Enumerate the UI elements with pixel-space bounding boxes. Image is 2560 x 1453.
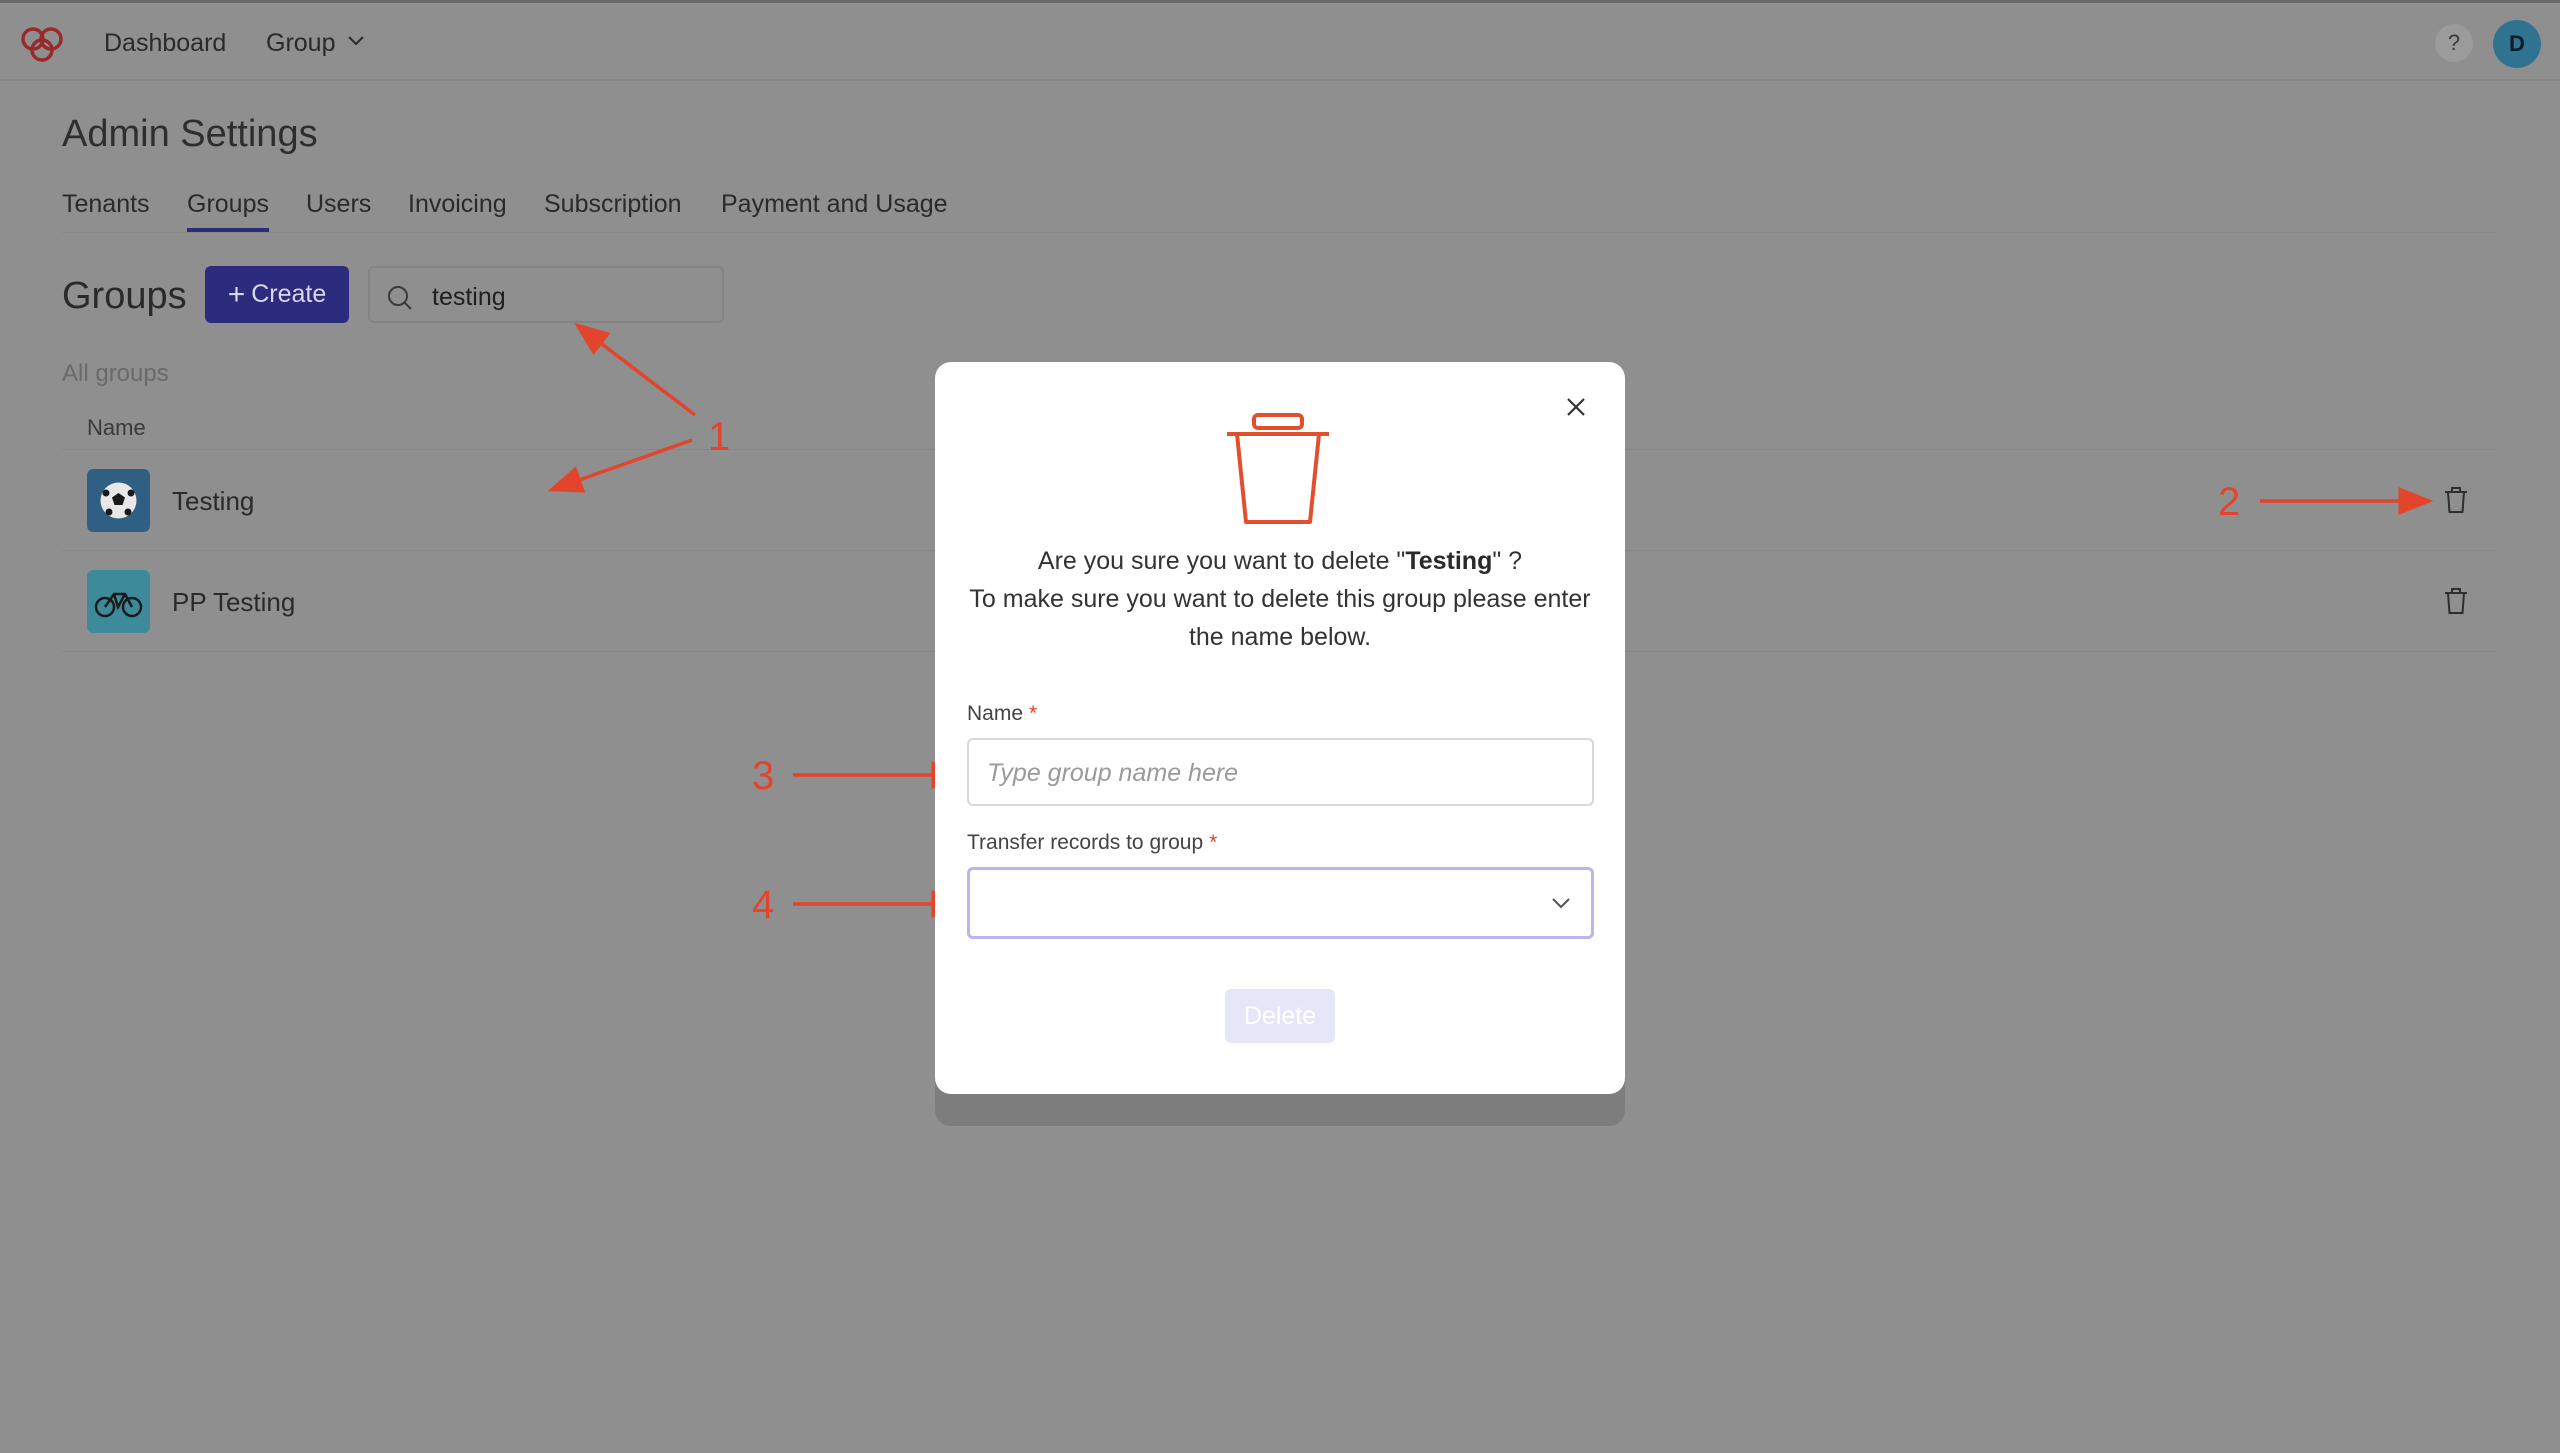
required-asterisk: * — [1209, 831, 1218, 854]
page-title: Admin Settings — [62, 113, 318, 155]
nav-group-menu[interactable]: Group — [266, 29, 335, 58]
trash-icon[interactable] — [2442, 485, 2470, 515]
bicycle-icon — [87, 570, 150, 633]
annotation-label: 3 — [752, 754, 775, 798]
create-group-button[interactable]: + Create — [205, 266, 349, 323]
tab-invoicing[interactable]: Invoicing — [408, 190, 507, 219]
chevron-down-icon[interactable] — [346, 33, 366, 49]
group-name-input[interactable]: Type group name here — [967, 738, 1594, 806]
all-groups-label: All groups — [62, 360, 169, 387]
help-button[interactable]: ? — [2435, 24, 2473, 62]
search-value: testing — [432, 283, 506, 311]
annotation-label: 1 — [708, 415, 731, 459]
transfer-field-label: Transfer records to group * — [967, 831, 1217, 855]
question-prefix: Are you sure you want to delete " — [1037, 547, 1406, 575]
annotation-arrow — [574, 322, 697, 417]
transfer-group-select[interactable] — [967, 867, 1594, 939]
confirmation-question: Are you sure you want to delete "Testing… — [960, 542, 1600, 580]
create-button-label: Create — [251, 280, 327, 308]
chevron-down-icon — [1552, 898, 1570, 909]
delete-group-modal: Are you sure you want to delete "Testing… — [935, 362, 1625, 1094]
groups-heading: Groups — [62, 275, 187, 317]
close-icon[interactable] — [1563, 394, 1589, 420]
name-column-header: Name — [87, 415, 146, 440]
hearts-logo-icon[interactable] — [16, 23, 68, 65]
tab-users[interactable]: Users — [306, 190, 371, 219]
tab-groups[interactable]: Groups — [187, 190, 269, 219]
annotation-label: 2 — [2218, 480, 2241, 524]
tab-subscription[interactable]: Subscription — [544, 190, 682, 219]
annotation-label: 4 — [752, 883, 775, 927]
user-avatar[interactable]: D — [2493, 20, 2541, 68]
confirmation-instruction: To make sure you want to delete this gro… — [969, 585, 1591, 651]
transfer-label-text: Transfer records to group — [967, 831, 1204, 854]
delete-button[interactable]: Delete — [1225, 989, 1335, 1043]
name-input-placeholder: Type group name here — [987, 759, 1239, 787]
question-suffix: " ? — [1492, 547, 1523, 575]
tab-payment-and-usage[interactable]: Payment and Usage — [721, 190, 948, 219]
annotation-arrow — [547, 438, 693, 493]
group-name-highlight: Testing — [1405, 547, 1493, 575]
soccer-ball-icon — [87, 469, 150, 532]
search-icon — [388, 286, 412, 310]
required-asterisk: * — [1029, 702, 1038, 725]
group-name: Testing — [172, 486, 255, 516]
plus-icon: + — [227, 277, 246, 311]
tab-tenants[interactable]: Tenants — [62, 190, 150, 219]
nav-dashboard[interactable]: Dashboard — [104, 29, 226, 58]
group-search-input[interactable]: testing — [368, 266, 724, 323]
name-field-label: Name * — [967, 702, 1037, 726]
delete-confirmation-text: Are you sure you want to delete "Testing… — [960, 542, 1600, 656]
name-label-text: Name — [967, 702, 1024, 725]
trash-large-icon — [1227, 413, 1329, 524]
top-navigation-bar: Dashboard Group ? D — [0, 3, 2560, 81]
group-name: PP Testing — [172, 587, 296, 617]
trash-icon[interactable] — [2442, 586, 2470, 616]
tabs-divider — [62, 232, 2495, 233]
